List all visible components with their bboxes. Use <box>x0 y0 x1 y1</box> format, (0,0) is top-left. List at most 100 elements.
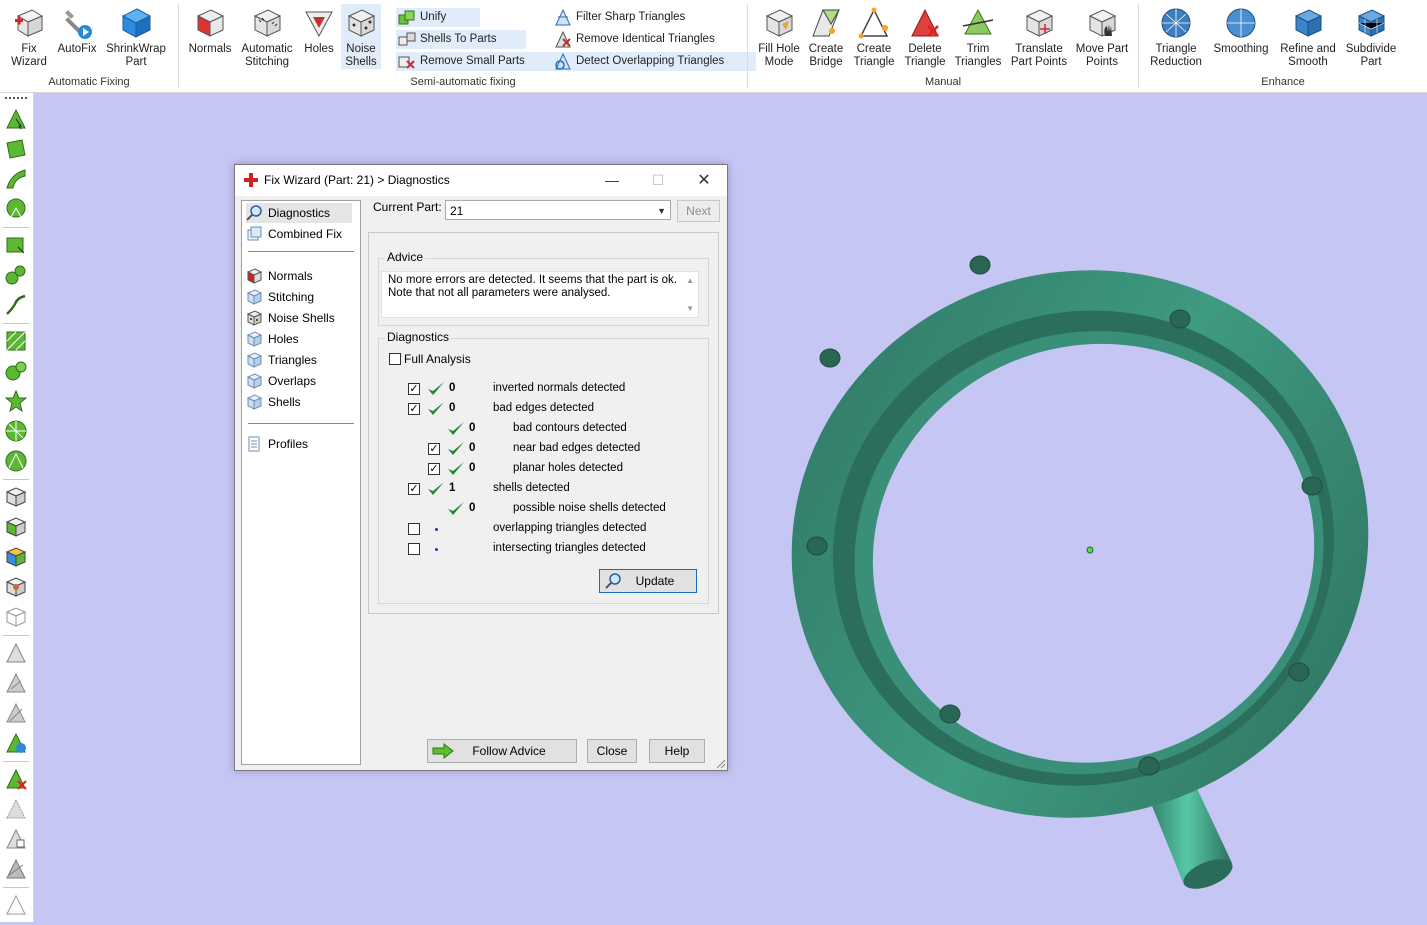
remove-small-parts-button[interactable]: Remove Small Parts <box>396 52 556 71</box>
current-part-value: 21 <box>450 204 464 218</box>
refine-smooth-button[interactable]: Refine and Smooth <box>1275 4 1341 69</box>
toolbar-grip[interactable] <box>5 97 27 101</box>
close-button[interactable]: Close <box>587 739 637 763</box>
nav-item-overlaps[interactable]: Overlaps <box>246 371 316 391</box>
nav-separator <box>248 423 354 424</box>
expand-selection-icon[interactable] <box>4 797 28 821</box>
select-part-color-icon[interactable] <box>4 545 28 569</box>
normals-button[interactable]: Normals <box>185 4 235 56</box>
scroll-up-icon[interactable]: ▲ <box>686 274 694 287</box>
select-plane-icon[interactable] <box>4 359 28 383</box>
maximize-button[interactable]: ☐ <box>635 165 681 196</box>
help-button[interactable]: Help <box>649 739 705 763</box>
automatic-stitching-button[interactable]: Automatic Stitching <box>239 4 295 69</box>
next-button[interactable]: Next <box>677 200 720 222</box>
detect-overlapping-triangles-button[interactable]: Detect Overlapping Triangles <box>552 52 756 71</box>
scroll-down-icon[interactable]: ▼ <box>686 302 694 315</box>
follow-advice-button[interactable]: Follow Advice <box>427 739 577 763</box>
diagnostic-checkbox[interactable]: ✓ <box>428 463 440 475</box>
noise-shells-button[interactable]: Noise Shells <box>341 4 381 69</box>
select-curve-icon[interactable] <box>4 167 28 191</box>
create-triangle-button[interactable]: Create Triangle <box>850 4 898 69</box>
smoothing-button[interactable]: Smoothing <box>1209 4 1273 56</box>
nav-item-noise-shells[interactable]: Noise Shells <box>246 308 335 328</box>
resize-grip-icon[interactable] <box>716 759 726 769</box>
nav-item-normals[interactable]: Normals <box>246 266 313 286</box>
remove-identical-triangles-button[interactable]: Remove Identical Triangles <box>552 30 746 49</box>
nav-separator <box>248 251 354 252</box>
select-triangle-icon[interactable] <box>4 107 28 131</box>
delete-selection-icon[interactable] <box>4 767 28 791</box>
diagnostic-text: shells detected <box>493 482 570 494</box>
holes-button[interactable]: Holes <box>297 4 341 56</box>
translate-part-points-button[interactable]: Translate Part Points <box>1006 4 1072 69</box>
ribbon-toolbar: Fix Wizard AutoFix ShrinkWrap Part Autom… <box>0 0 1427 93</box>
invert-selection-icon[interactable] <box>4 731 28 755</box>
filter-sharp-triangles-button[interactable]: Filter Sharp Triangles <box>552 8 716 27</box>
refine-smooth-label: Refine and <box>1280 43 1336 55</box>
subdivide-part-button[interactable]: Subdivide Part <box>1343 4 1399 69</box>
fix-wizard-cross-icon <box>244 173 258 187</box>
chevron-down-icon: ▼ <box>657 206 666 216</box>
diagnostic-count: 0 <box>449 382 456 394</box>
brush-select-icon[interactable] <box>4 263 28 287</box>
select-shells-icon[interactable] <box>4 389 28 413</box>
diagnostic-checkbox[interactable]: ✓ <box>428 443 440 455</box>
box-select-icon[interactable] <box>4 233 28 257</box>
unify-label: Unify <box>420 11 447 23</box>
unify-button[interactable]: Unify <box>396 8 480 27</box>
dialog-titlebar[interactable]: Fix Wizard (Part: 21) > Diagnostics — ☐ … <box>235 165 727 196</box>
move-part-points-button[interactable]: Move Part Points <box>1074 4 1130 69</box>
nav-item-diagnostics[interactable]: Diagnostics <box>246 203 352 223</box>
holes-icon <box>246 331 262 347</box>
refine-smooth-icon <box>1294 9 1323 37</box>
triangle-reduction-button[interactable]: Triangle Reduction <box>1145 4 1207 69</box>
trim-triangles-button[interactable]: Trim Triangles <box>952 4 1004 69</box>
select-sphere-icon[interactable] <box>4 419 28 443</box>
select-part-icon[interactable] <box>4 485 28 509</box>
deselect-surface-icon[interactable] <box>4 671 28 695</box>
shrink-selection-icon[interactable] <box>4 857 28 881</box>
fill-hole-mode-button[interactable]: Fill Hole Mode <box>754 4 804 69</box>
deselect-shell-icon[interactable] <box>4 701 28 725</box>
nav-item-profiles[interactable]: Profiles <box>246 434 308 454</box>
select-flat-icon[interactable] <box>4 329 28 353</box>
select-circle-icon[interactable] <box>4 449 28 473</box>
nav-item-stitching[interactable]: Stitching <box>246 287 314 307</box>
delete-triangle-button[interactable]: Delete Triangle <box>900 4 950 69</box>
copy-selection-icon[interactable] <box>4 827 28 851</box>
nav-item-shells[interactable]: Shells <box>246 392 301 412</box>
shrinkwrap-button[interactable]: ShrinkWrap Part <box>104 4 168 69</box>
create-bridge-button[interactable]: Create Bridge <box>804 4 848 69</box>
diagnostic-checkbox[interactable] <box>408 523 420 535</box>
nav-item-triangles[interactable]: Triangles <box>246 350 317 370</box>
update-button[interactable]: Update <box>599 569 697 593</box>
autofix-button[interactable]: AutoFix <box>54 4 100 56</box>
arrow-right-icon <box>432 743 454 759</box>
current-part-select[interactable]: 21 ▼ <box>445 200 671 220</box>
toolbar-separator <box>3 635 29 636</box>
select-shell-icon[interactable] <box>4 197 28 221</box>
diagnostic-checkbox[interactable] <box>408 543 420 555</box>
minimize-button[interactable]: — <box>589 165 635 196</box>
lasso-select-icon[interactable] <box>4 293 28 317</box>
shells-to-parts-button[interactable]: Shells To Parts <box>396 30 526 49</box>
nav-item-holes[interactable]: Holes <box>246 329 299 349</box>
select-surface-icon[interactable] <box>4 137 28 161</box>
select-part-box-icon[interactable] <box>4 575 28 599</box>
group-enhance: Triangle Reduction Smoothing Refine and … <box>1139 0 1427 92</box>
fill-hole-label-2: Mode <box>764 56 794 68</box>
diagnostic-checkbox[interactable]: ✓ <box>408 483 420 495</box>
deselect-triangle-icon[interactable] <box>4 641 28 665</box>
select-part-green-icon[interactable] <box>4 515 28 539</box>
full-analysis-checkbox[interactable] <box>389 353 401 365</box>
full-analysis-label: Full Analysis <box>404 352 471 366</box>
close-window-button[interactable]: ✕ <box>681 165 727 196</box>
shrinkwrap-label: ShrinkWrap <box>106 43 166 55</box>
diagnostic-checkbox[interactable]: ✓ <box>408 383 420 395</box>
wire-triangle-icon[interactable] <box>4 893 28 917</box>
fix-wizard-button[interactable]: Fix Wizard <box>6 4 52 69</box>
select-part-outline-icon[interactable] <box>4 605 28 629</box>
diagnostic-checkbox[interactable]: ✓ <box>408 403 420 415</box>
nav-item-combined-fix[interactable]: Combined Fix <box>246 224 342 244</box>
